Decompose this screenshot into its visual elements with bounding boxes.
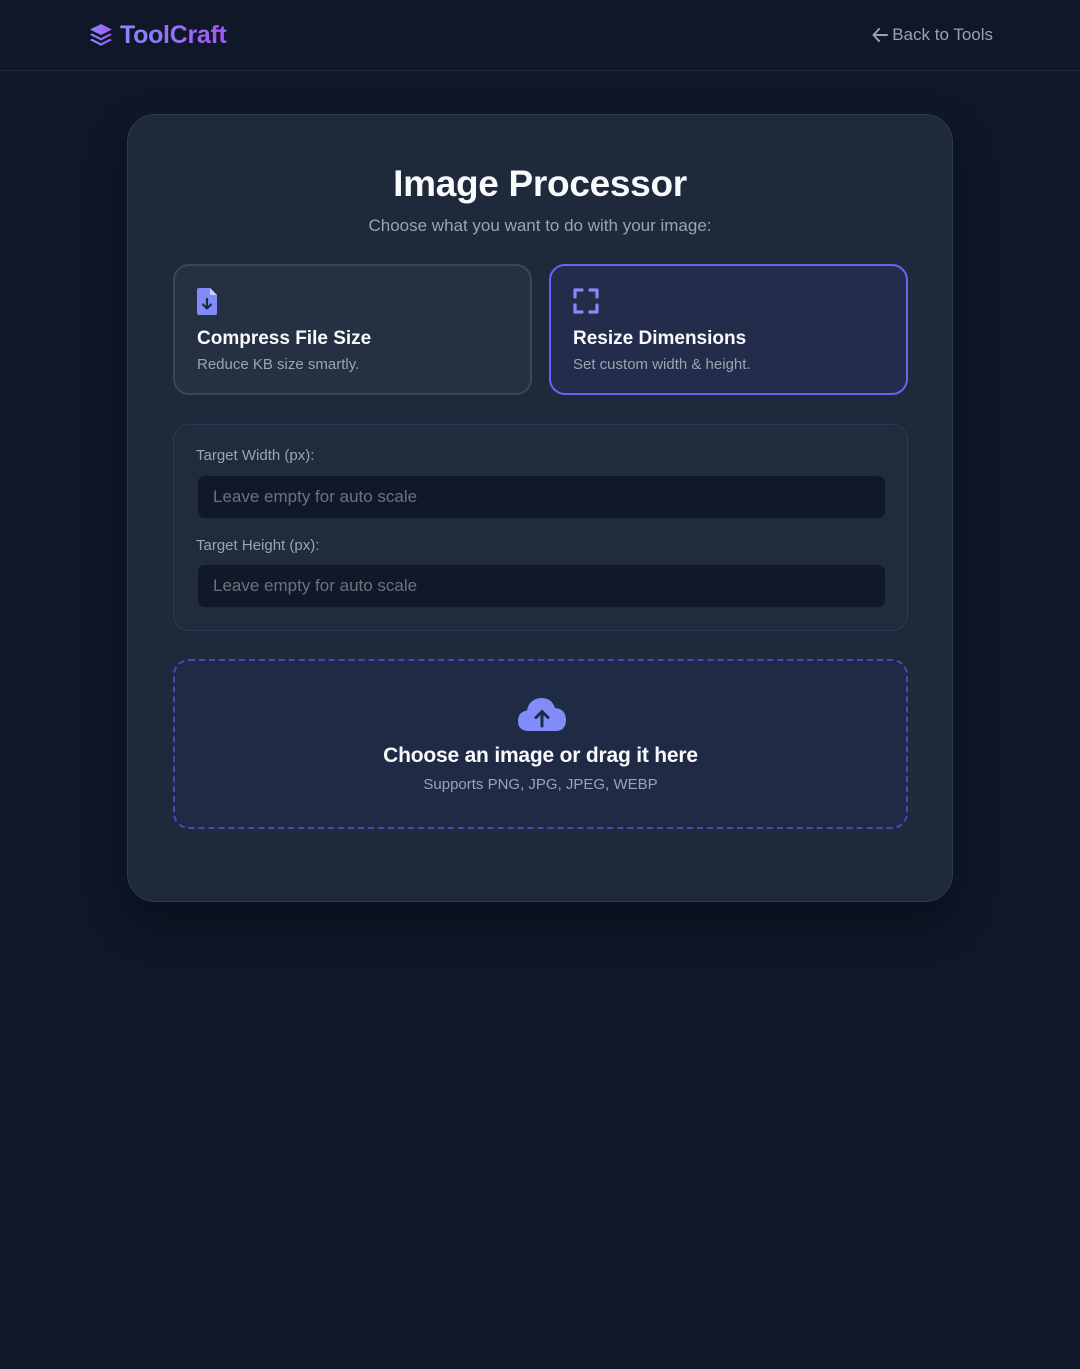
option-title: Compress File Size bbox=[197, 328, 372, 349]
dropzone-supported-formats: Supports PNG, JPG, JPEG, WEBP bbox=[423, 776, 658, 793]
option-description: Reduce KB size smartly. bbox=[197, 356, 360, 373]
cloud-upload-icon bbox=[517, 695, 567, 733]
image-processor-card: Image Processor Choose what you want to … bbox=[127, 114, 953, 902]
arrow-left-icon bbox=[872, 28, 889, 42]
option-description: Set custom width & height. bbox=[573, 356, 751, 373]
target-height-label: Target Height (px): bbox=[196, 537, 320, 554]
page-title: Image Processor bbox=[393, 163, 687, 204]
target-width-input[interactable] bbox=[197, 475, 886, 519]
layers-icon bbox=[88, 22, 114, 48]
option-compress-file-size[interactable]: Compress File Size Reduce KB size smartl… bbox=[173, 264, 532, 395]
target-height-input[interactable] bbox=[197, 564, 886, 608]
back-to-tools-link[interactable]: Back to Tools bbox=[872, 25, 993, 45]
brand-name: ToolCraft bbox=[120, 20, 227, 49]
back-to-tools-label: Back to Tools bbox=[892, 25, 993, 44]
file-download-icon bbox=[197, 288, 221, 316]
target-width-label: Target Width (px): bbox=[196, 447, 315, 464]
resize-fields-panel: Target Width (px): Target Height (px): bbox=[173, 424, 908, 631]
brand-logo[interactable]: ToolCraft bbox=[88, 21, 227, 50]
option-resize-dimensions[interactable]: Resize Dimensions Set custom width & hei… bbox=[549, 264, 908, 395]
image-dropzone[interactable]: Choose an image or drag it here Supports… bbox=[173, 659, 908, 829]
expand-icon bbox=[573, 288, 599, 316]
page-subtitle: Choose what you want to do with your ima… bbox=[368, 216, 712, 235]
option-title: Resize Dimensions bbox=[573, 328, 747, 349]
dropzone-title: Choose an image or drag it here bbox=[383, 744, 698, 767]
top-navbar: ToolCraft Back to Tools bbox=[0, 0, 1080, 71]
